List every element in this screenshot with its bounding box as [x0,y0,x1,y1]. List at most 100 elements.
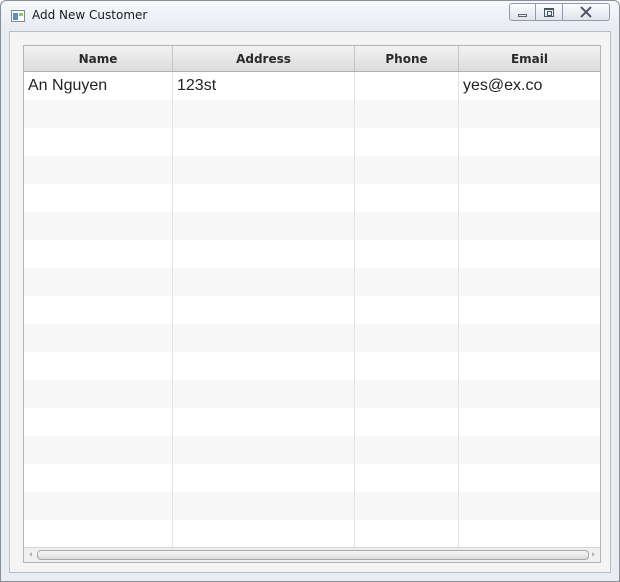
cell-address[interactable] [173,212,355,240]
cell-email[interactable] [459,212,600,240]
cell-name[interactable] [24,408,173,436]
cell-address[interactable] [173,184,355,212]
cell-address[interactable] [173,436,355,464]
cell-name[interactable] [24,324,173,352]
cell-email[interactable] [459,268,600,296]
cell-name[interactable]: An Nguyen [24,72,173,100]
cell-phone[interactable] [355,72,459,100]
cell-email[interactable] [459,240,600,268]
cell-phone[interactable] [355,492,459,520]
cell-email[interactable] [459,408,600,436]
cell-name[interactable] [24,100,173,128]
cell-email[interactable] [459,100,600,128]
cell-phone[interactable] [355,408,459,436]
cell-address[interactable] [173,408,355,436]
table-row[interactable] [24,212,600,240]
cell-name[interactable] [24,184,173,212]
table-row[interactable] [24,492,600,520]
title-bar[interactable]: Add New Customer [1,1,619,29]
cell-email[interactable] [459,324,600,352]
table-row[interactable] [24,296,600,324]
table-row[interactable] [24,464,600,492]
cell-address[interactable] [173,296,355,324]
cell-phone[interactable] [355,352,459,380]
scroll-left-arrow-icon[interactable]: ‹ [25,548,37,561]
customer-table[interactable]: Name Address Phone Email An Nguyen 123st y… [23,45,601,563]
cell-phone[interactable] [355,520,459,548]
cell-email[interactable] [459,156,600,184]
cell-phone[interactable] [355,464,459,492]
scrollbar-thumb[interactable] [37,550,589,560]
cell-name[interactable] [24,352,173,380]
cell-phone[interactable] [355,324,459,352]
cell-name[interactable] [24,492,173,520]
cell-name[interactable] [24,520,173,548]
table-row[interactable] [24,352,600,380]
cell-name[interactable] [24,380,173,408]
cell-address[interactable] [173,240,355,268]
maximize-button[interactable] [535,3,563,21]
cell-email[interactable] [459,492,600,520]
cell-name[interactable] [24,296,173,324]
table-row[interactable] [24,408,600,436]
cell-address[interactable] [173,128,355,156]
column-header-address[interactable]: Address [173,46,355,71]
cell-address[interactable] [173,324,355,352]
cell-name[interactable] [24,436,173,464]
table-row[interactable] [24,520,600,548]
cell-address[interactable] [173,100,355,128]
app-window-icon[interactable] [11,10,25,22]
cell-phone[interactable] [355,100,459,128]
cell-name[interactable] [24,268,173,296]
cell-phone[interactable] [355,240,459,268]
cell-email[interactable] [459,296,600,324]
cell-name[interactable] [24,156,173,184]
minimize-button[interactable] [509,3,536,21]
cell-email[interactable] [459,520,600,548]
cell-phone[interactable] [355,380,459,408]
cell-email[interactable] [459,436,600,464]
cell-email[interactable] [459,352,600,380]
cell-name[interactable] [24,464,173,492]
cell-email[interactable] [459,380,600,408]
cell-address[interactable] [173,352,355,380]
table-row[interactable] [24,184,600,212]
table-row[interactable]: An Nguyen 123st yes@ex.co [24,72,600,100]
close-button[interactable] [562,3,610,21]
column-header-email[interactable]: Email [459,46,600,71]
scroll-right-arrow-icon[interactable]: › [587,548,599,561]
table-row[interactable] [24,100,600,128]
horizontal-scrollbar[interactable]: ‹ › [24,547,600,562]
cell-email[interactable]: yes@ex.co [459,72,600,100]
cell-address[interactable]: 123st [173,72,355,100]
cell-name[interactable] [24,212,173,240]
cell-email[interactable] [459,464,600,492]
minimize-icon [518,13,527,17]
cell-phone[interactable] [355,156,459,184]
cell-phone[interactable] [355,212,459,240]
table-row[interactable] [24,436,600,464]
cell-address[interactable] [173,492,355,520]
cell-address[interactable] [173,268,355,296]
table-row[interactable] [24,268,600,296]
cell-name[interactable] [24,128,173,156]
table-row[interactable] [24,156,600,184]
cell-address[interactable] [173,520,355,548]
cell-phone[interactable] [355,436,459,464]
cell-address[interactable] [173,380,355,408]
table-row[interactable] [24,240,600,268]
column-header-name[interactable]: Name [24,46,173,71]
table-row[interactable] [24,128,600,156]
cell-address[interactable] [173,156,355,184]
cell-email[interactable] [459,128,600,156]
cell-phone[interactable] [355,184,459,212]
cell-name[interactable] [24,240,173,268]
cell-email[interactable] [459,184,600,212]
table-row[interactable] [24,380,600,408]
cell-phone[interactable] [355,268,459,296]
table-row[interactable] [24,324,600,352]
column-header-phone[interactable]: Phone [355,46,459,71]
cell-phone[interactable] [355,296,459,324]
cell-address[interactable] [173,464,355,492]
cell-phone[interactable] [355,128,459,156]
